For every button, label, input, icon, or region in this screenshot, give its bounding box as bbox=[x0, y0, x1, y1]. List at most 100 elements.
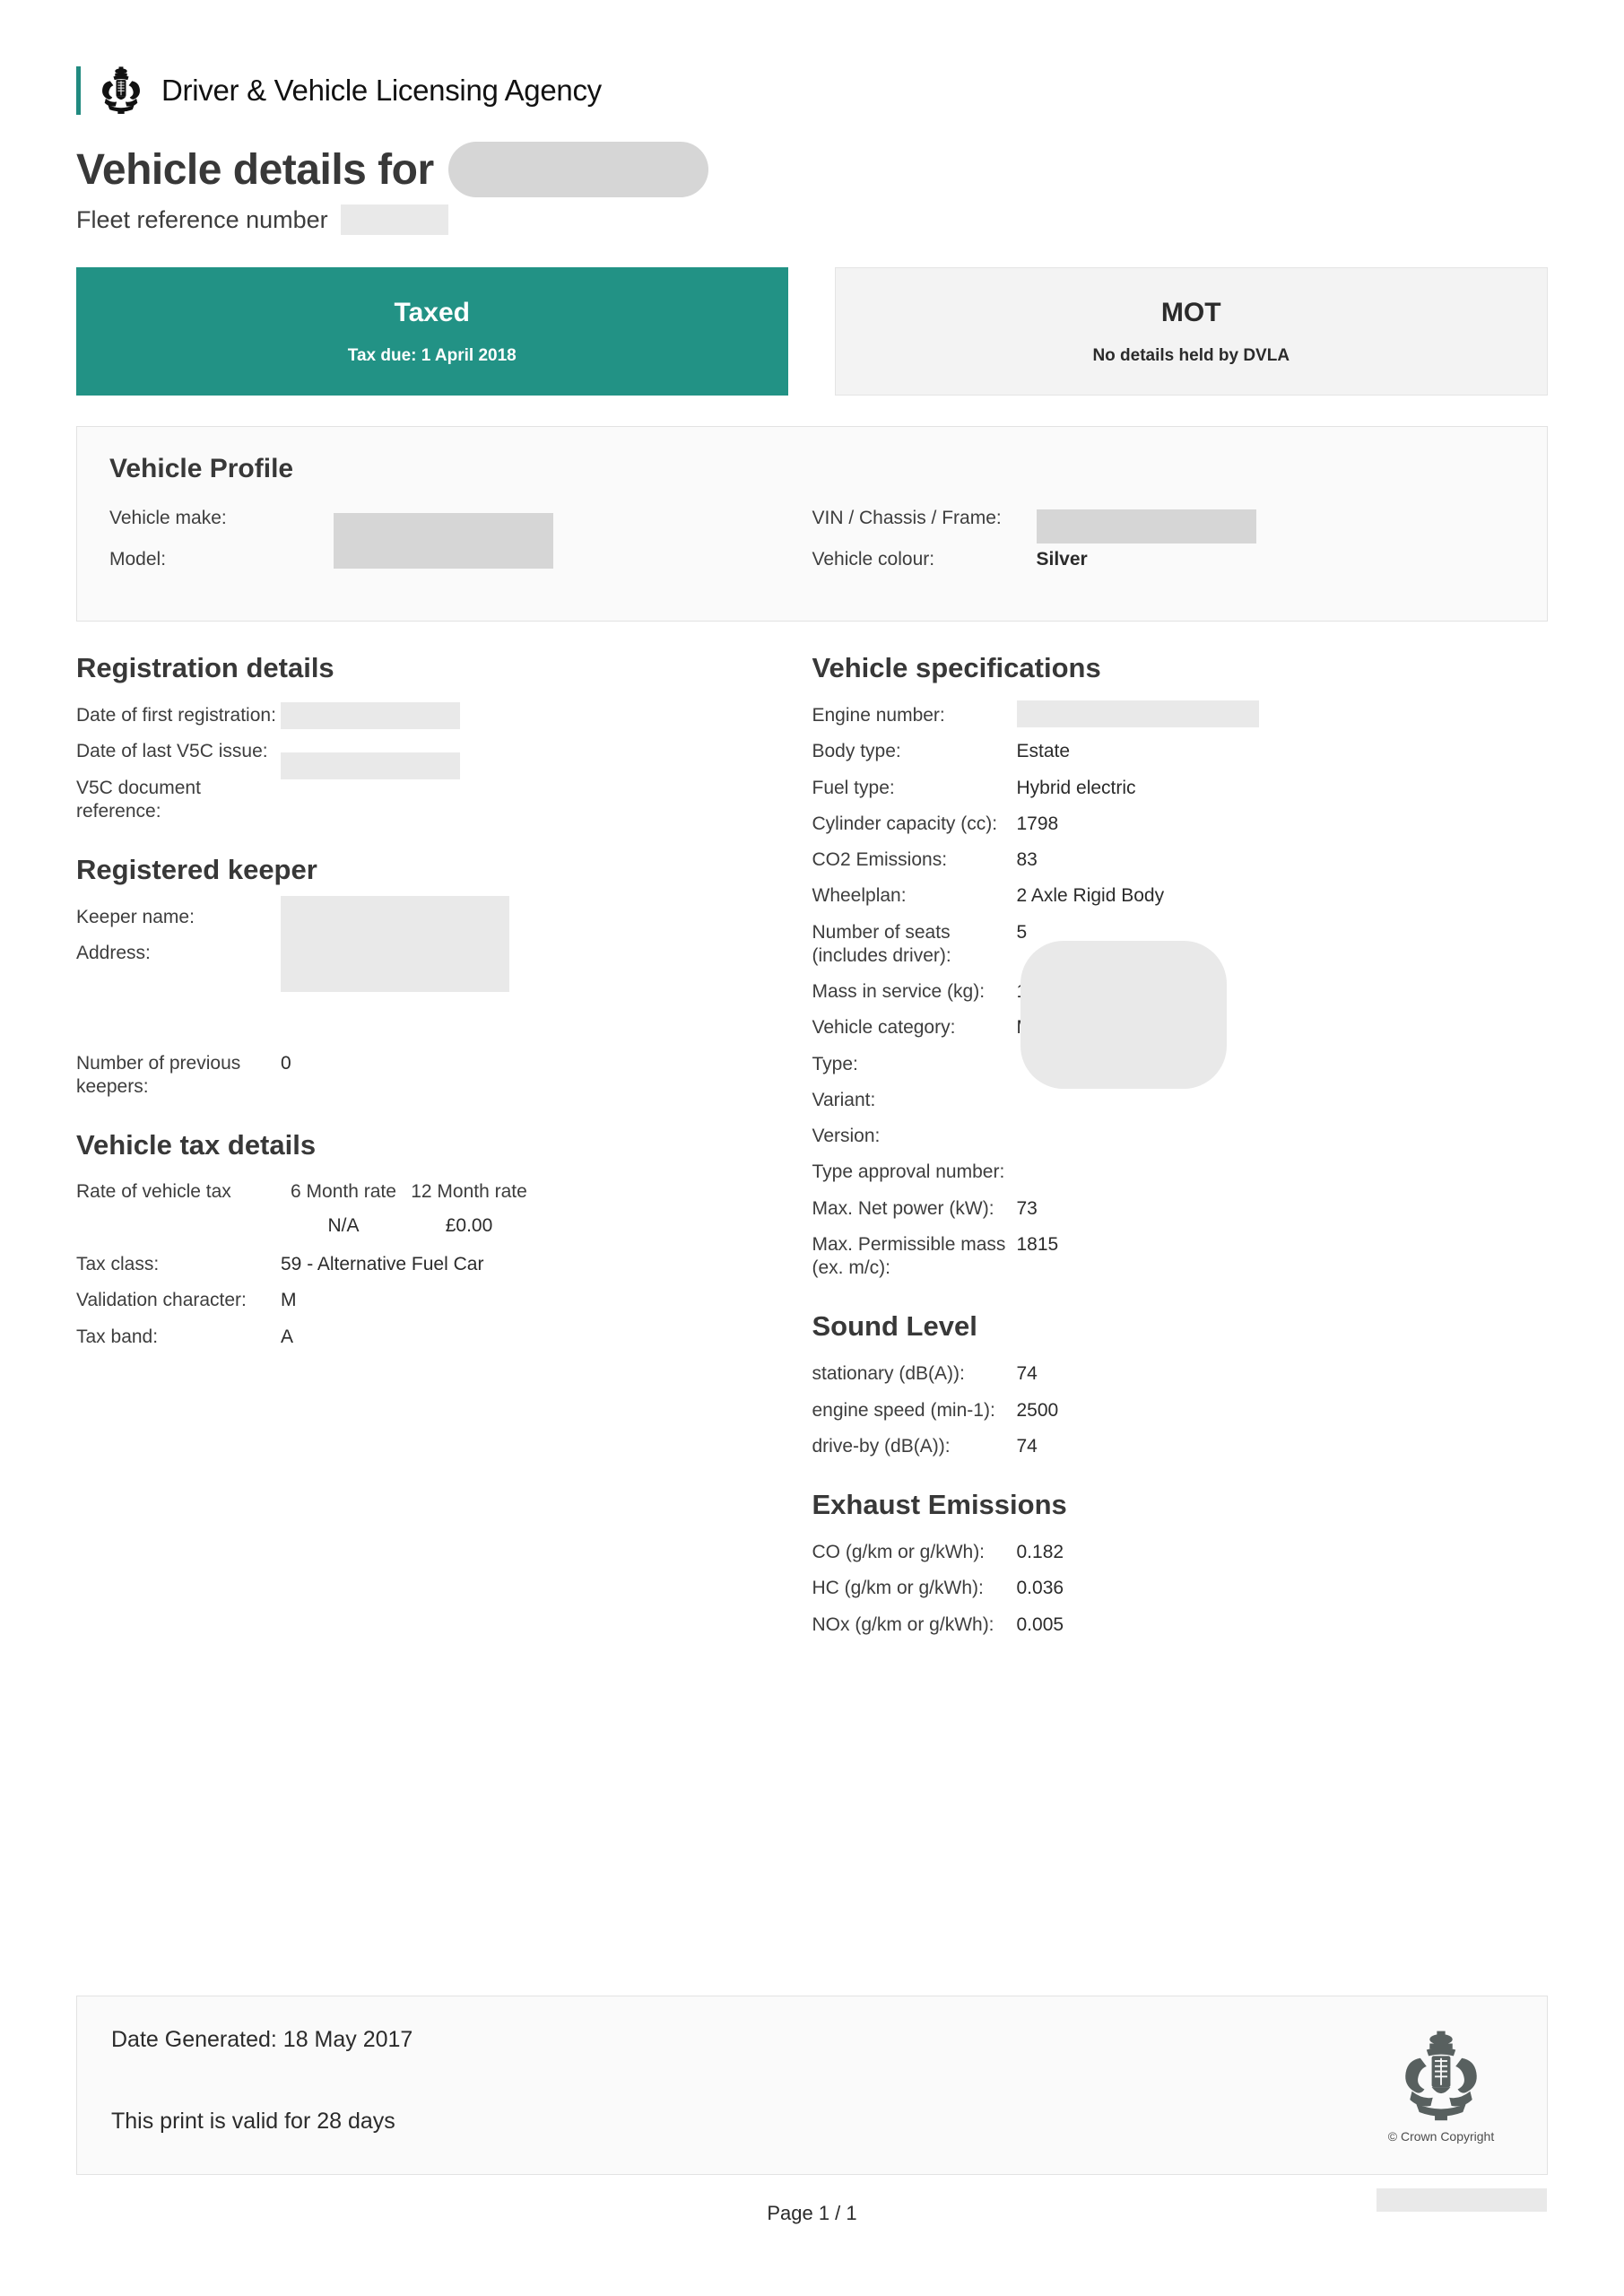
sound-stationary-value: 74 bbox=[1016, 1363, 1038, 1385]
tax-class-value: 59 - Alternative Fuel Car bbox=[281, 1254, 484, 1274]
royal-crest-icon bbox=[1405, 2031, 1477, 2121]
v5c-document-reference-redaction bbox=[281, 752, 460, 779]
right-column: Vehicle specifications Engine number: Bo… bbox=[812, 652, 1549, 1649]
engine-number-redaction bbox=[1016, 700, 1259, 727]
number-of-seats-value: 5 bbox=[1016, 921, 1028, 943]
keeper-address-label: Address: bbox=[76, 943, 151, 964]
registered-keeper-heading: Registered keeper bbox=[76, 854, 317, 885]
co-emissions-value: 0.182 bbox=[1016, 1542, 1064, 1562]
variant-label: Variant: bbox=[812, 1089, 876, 1110]
vin-label: VIN / Chassis / Frame: bbox=[812, 508, 1002, 528]
field-max-net-power: Max. Net power (kW): 73 bbox=[812, 1197, 1549, 1221]
keeper-details-redaction bbox=[281, 896, 509, 992]
vehicle-profile-heading: Vehicle Profile bbox=[109, 454, 294, 483]
field-co2-emissions: CO2 Emissions: 83 bbox=[812, 848, 1549, 872]
hc-emissions-value: 0.036 bbox=[1016, 1578, 1064, 1599]
wheelplan-label: Wheelplan: bbox=[812, 885, 907, 907]
page-title: Vehicle details for bbox=[76, 145, 434, 194]
vehicle-colour-value: Silver bbox=[1036, 549, 1088, 570]
tax-status-card: Taxed Tax due: 1 April 2018 bbox=[76, 267, 788, 396]
left-column: Registration details Date of first regis… bbox=[76, 652, 812, 1649]
exhaust-emissions-heading: Exhaust Emissions bbox=[812, 1489, 1067, 1520]
mot-status-detail: No details held by DVLA bbox=[1092, 345, 1290, 365]
field-wheelplan: Wheelplan: 2 Axle Rigid Body bbox=[812, 884, 1549, 908]
nox-emissions-label: NOx (g/km or g/kWh): bbox=[812, 1613, 994, 1635]
field-tax-band: Tax band: A bbox=[76, 1326, 791, 1349]
field-sound-stationary: stationary (dB(A)): 74 bbox=[812, 1362, 1549, 1386]
mot-status-card: MOT No details held by DVLA bbox=[834, 267, 1548, 396]
field-nox-emissions: NOx (g/km or g/kWh): 0.005 bbox=[812, 1613, 1549, 1637]
agency-name: Driver & Vehicle Licensing Agency bbox=[161, 74, 602, 107]
vin-redaction bbox=[1036, 509, 1256, 544]
previous-keepers-value: 0 bbox=[281, 1052, 291, 1074]
model-label: Model: bbox=[109, 549, 167, 570]
rate-of-vehicle-tax-header: Rate of vehicle tax 6 Month rate 12 Mont… bbox=[76, 1181, 791, 1203]
field-tax-class: Tax class: 59 - Alternative Fuel Car bbox=[76, 1253, 791, 1276]
rate-of-vehicle-tax-values: N/A £0.00 bbox=[76, 1215, 791, 1237]
field-engine-speed: engine speed (min-1): 2500 bbox=[812, 1399, 1549, 1422]
six-month-rate-value: N/A bbox=[327, 1215, 360, 1236]
previous-keepers-label: Number of previous keepers: bbox=[76, 1052, 241, 1097]
vehicle-make-redaction bbox=[334, 513, 553, 569]
footer-crest-group: © Crown Copyright bbox=[1369, 2027, 1513, 2144]
field-hc-emissions: HC (g/km or g/kWh): 0.036 bbox=[812, 1577, 1549, 1600]
title-row: Vehicle details for bbox=[76, 142, 1548, 197]
fleet-reference-label: Fleet reference number bbox=[76, 205, 328, 233]
cylinder-capacity-value: 1798 bbox=[1016, 813, 1059, 834]
vehicle-colour-label: Vehicle colour: bbox=[812, 549, 935, 570]
body-type-label: Body type: bbox=[812, 741, 901, 762]
mass-in-service-label: Mass in service (kg): bbox=[812, 981, 986, 1002]
tax-class-label: Tax class: bbox=[76, 1254, 160, 1274]
status-banners: Taxed Tax due: 1 April 2018 MOT No detai… bbox=[76, 267, 1548, 396]
max-net-power-value: 73 bbox=[1016, 1197, 1038, 1219]
fleet-reference-redaction bbox=[340, 204, 448, 235]
type-variant-version-redaction bbox=[1020, 941, 1227, 1089]
version-label: Version: bbox=[812, 1126, 881, 1146]
field-vehicle-colour: Vehicle colour: Silver bbox=[812, 549, 1515, 590]
tax-band-value: A bbox=[281, 1326, 294, 1347]
engine-speed-value: 2500 bbox=[1016, 1399, 1059, 1421]
sound-stationary-label: stationary (dB(A)): bbox=[812, 1363, 965, 1385]
twelve-month-rate-value: £0.00 bbox=[445, 1215, 493, 1236]
mot-status-heading: MOT bbox=[1160, 297, 1221, 327]
co2-emissions-label: CO2 Emissions: bbox=[812, 849, 948, 870]
co-emissions-label: CO (g/km or g/kWh): bbox=[812, 1542, 986, 1562]
vehicle-specifications-heading: Vehicle specifications bbox=[812, 652, 1101, 683]
document-page: Driver & Vehicle Licensing Agency Vehicl… bbox=[0, 0, 1624, 2296]
sound-drive-by-value: 74 bbox=[1016, 1435, 1038, 1457]
type-label: Type: bbox=[812, 1053, 858, 1074]
vehicle-profile-panel: Vehicle Profile Vehicle make: Model: VIN… bbox=[76, 426, 1548, 622]
date-generated: Date Generated: 18 May 2017 bbox=[111, 2027, 413, 2052]
field-cylinder-capacity: Cylinder capacity (cc): 1798 bbox=[812, 813, 1549, 836]
fleet-reference-row: Fleet reference number bbox=[76, 204, 1548, 235]
date-first-registration-redaction bbox=[281, 702, 460, 729]
print-validity: This print is valid for 28 days bbox=[111, 2109, 395, 2134]
field-version: Version: bbox=[812, 1125, 1549, 1148]
keeper-name-label: Keeper name: bbox=[76, 907, 195, 927]
registration-details-heading: Registration details bbox=[76, 652, 334, 683]
max-permissible-mass-value: 1815 bbox=[1016, 1233, 1059, 1255]
masthead: Driver & Vehicle Licensing Agency bbox=[76, 0, 1548, 117]
tax-status-heading: Taxed bbox=[394, 297, 470, 327]
max-net-power-label: Max. Net power (kW): bbox=[812, 1197, 994, 1219]
sound-drive-by-label: drive-by (dB(A)): bbox=[812, 1435, 951, 1457]
fuel-type-label: Fuel type: bbox=[812, 777, 895, 798]
vehicle-make-label: Vehicle make: bbox=[109, 508, 227, 528]
tax-due-date: Tax due: 1 April 2018 bbox=[347, 345, 517, 365]
twelve-month-rate-header: 12 Month rate bbox=[411, 1181, 527, 1202]
accent-bar bbox=[76, 66, 81, 115]
max-permissible-mass-label: Max. Permissible mass (ex. m/c): bbox=[812, 1233, 1006, 1278]
date-last-v5c-label: Date of last V5C issue: bbox=[76, 741, 268, 762]
field-previous-keepers: Number of previous keepers: 0 bbox=[76, 1052, 791, 1100]
crown-copyright: © Crown Copyright bbox=[1387, 2129, 1495, 2144]
field-type-approval-number: Type approval number: bbox=[812, 1161, 1549, 1184]
registration-redaction bbox=[447, 142, 708, 197]
main-columns: Registration details Date of first regis… bbox=[76, 652, 1548, 1649]
type-approval-number-label: Type approval number: bbox=[812, 1161, 1005, 1183]
royal-crest-icon bbox=[102, 66, 140, 114]
vehicle-profile-right: VIN / Chassis / Frame: Vehicle colour: S… bbox=[812, 508, 1515, 590]
vehicle-category-label: Vehicle category: bbox=[812, 1017, 956, 1039]
rate-of-vehicle-tax-label: Rate of vehicle tax bbox=[76, 1181, 231, 1202]
footer-redaction bbox=[1376, 2188, 1547, 2212]
field-body-type: Body type: Estate bbox=[812, 740, 1549, 763]
